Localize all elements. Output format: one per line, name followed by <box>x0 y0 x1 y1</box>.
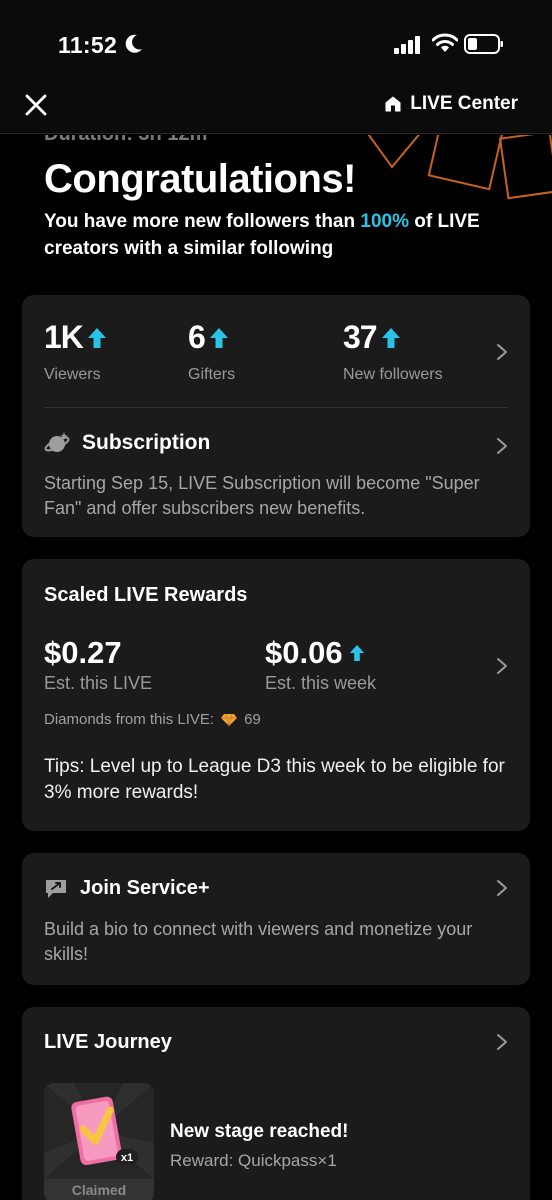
service-icon <box>46 879 66 898</box>
claimed-label: Claimed <box>44 1179 154 1200</box>
stats-card: 1K Viewers 6 Gifters 37 New followers Su… <box>22 295 530 537</box>
summary-subtitle: You have more new followers than 100% of… <box>44 211 480 259</box>
reward-this-week-amount: $0.06 <box>265 635 343 670</box>
diamonds-info: Diamonds from this LIVE: 69 <box>44 711 261 728</box>
diamonds-count: 69 <box>244 711 261 728</box>
highlight-percent: 100% <box>360 211 409 232</box>
chevron-right-icon[interactable] <box>496 343 508 361</box>
chevron-right-icon[interactable] <box>496 1033 508 1051</box>
content-scroll[interactable]: Duration: 3h 12m Congratulations! You ha… <box>0 135 552 1200</box>
arrow-up-icon <box>209 327 228 348</box>
reward-thumbnail[interactable]: x1 Claimed <box>44 1083 154 1200</box>
duration-text: Duration: 3h 12m <box>44 135 207 146</box>
service-plus-card[interactable]: Join Service+ Build a bio to connect wit… <box>22 853 530 985</box>
service-plus-title: Join Service+ <box>80 877 210 899</box>
page-title: Congratulations! <box>44 157 356 201</box>
reward-this-week: $0.06 Est. this week <box>265 635 376 694</box>
journey-title: LIVE Journey <box>44 1031 172 1053</box>
status-time: 11:52 <box>58 32 118 58</box>
rewards-title: Scaled LIVE Rewards <box>44 584 248 606</box>
status-bar: 11:52 <box>0 0 552 80</box>
service-plus-description: Build a bio to connect with viewers and … <box>44 919 473 964</box>
top-bar: LIVE Center <box>0 80 552 134</box>
live-journey-card[interactable]: LIVE Journey x1 Claimed New stage reache… <box>22 1007 530 1200</box>
subscription-row[interactable]: Subscription <box>44 431 210 455</box>
reward-this-live-label: Est. this LIVE <box>44 673 153 693</box>
quickpass-card-icon: x1 <box>44 1083 154 1179</box>
diamond-icon <box>221 713 238 726</box>
chevron-right-icon[interactable] <box>496 879 508 897</box>
reward-this-live: $0.27 Est. this LIVE <box>44 635 152 694</box>
decoration-graphic <box>367 135 552 200</box>
close-icon[interactable] <box>24 93 48 117</box>
rewards-tips: Tips: Level up to League D3 this week to… <box>44 756 505 803</box>
subscription-title: Subscription <box>82 431 211 454</box>
arrow-up-icon <box>349 645 364 661</box>
divider <box>44 407 508 408</box>
reward-this-week-label: Est. this week <box>265 673 377 693</box>
stat-gifters[interactable]: 6 Gifters <box>188 319 235 384</box>
stage-title: New stage reached! <box>170 1121 349 1142</box>
battery-icon <box>464 34 503 54</box>
arrow-up-icon <box>381 327 400 348</box>
signal-icon <box>394 36 420 54</box>
subscription-icon <box>44 432 70 452</box>
chevron-right-icon[interactable] <box>496 437 508 455</box>
chevron-right-icon[interactable] <box>496 657 508 675</box>
reward-text: Reward: Quickpass×1 <box>170 1151 337 1170</box>
stat-new-followers[interactable]: 37 New followers <box>343 319 443 384</box>
subscription-description: Starting Sep 15, LIVE Subscription will … <box>44 473 480 518</box>
arrow-up-icon <box>87 327 106 348</box>
moon-icon <box>125 34 142 53</box>
reward-quantity-badge: x1 <box>121 1152 133 1164</box>
live-center-button[interactable]: LIVE Center <box>384 93 518 115</box>
wifi-icon <box>432 33 458 52</box>
rewards-card[interactable]: Scaled LIVE Rewards $0.27 Est. this LIVE… <box>22 559 530 831</box>
home-icon <box>385 96 401 112</box>
live-center-label: LIVE Center <box>410 93 518 114</box>
service-plus-row: Join Service+ <box>44 877 210 900</box>
stat-viewers[interactable]: 1K Viewers <box>44 319 107 384</box>
reward-this-live-amount: $0.27 <box>44 635 122 670</box>
